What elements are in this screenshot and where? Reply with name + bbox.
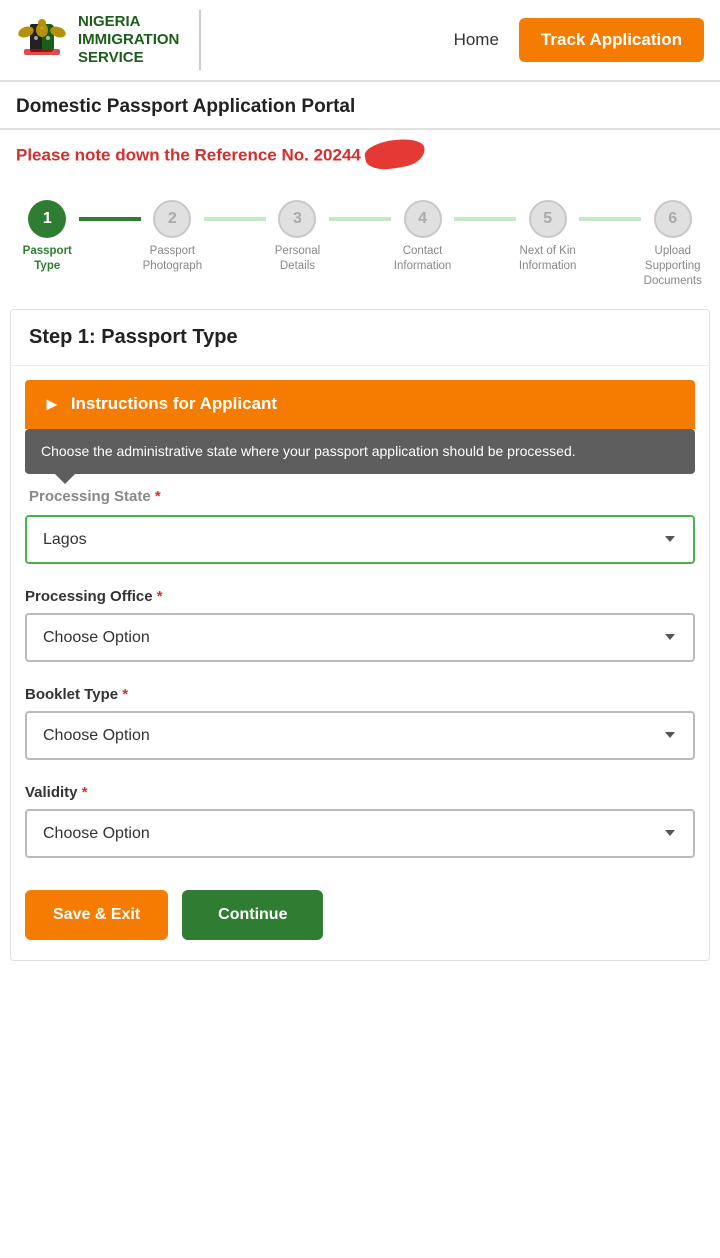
step-circle-1: 1 (28, 200, 66, 238)
redacted-mark (363, 135, 427, 173)
processing-state-required: * (155, 488, 161, 505)
tooltip-text: Choose the administrative state where yo… (41, 443, 576, 459)
tooltip-arrow (55, 474, 75, 484)
connector-2-3 (204, 217, 267, 221)
reference-text: Please note down the Reference No. 20244 (16, 142, 425, 170)
card-header: Step 1: Passport Type (11, 310, 709, 366)
steps-row: 1 PassportType 2 PassportPhotograph 3 Pe… (16, 200, 704, 289)
validity-select[interactable]: Choose Option 5 years 10 years (25, 809, 695, 858)
step-2[interactable]: 2 PassportPhotograph (141, 200, 204, 274)
step-label-1: PassportType (23, 244, 72, 274)
step-4[interactable]: 4 ContactInformation (391, 200, 454, 274)
action-buttons: Save & Exit Continue (11, 872, 709, 960)
processing-office-label: Processing Office * (25, 588, 695, 605)
home-link[interactable]: Home (454, 30, 499, 50)
processing-state-select[interactable]: Lagos Abuja Kano Rivers (25, 515, 695, 564)
step-label-6: UploadSupportingDocuments (644, 244, 702, 289)
processing-state-label-area: Processing State * (11, 474, 709, 511)
booklet-type-group: Booklet Type * Choose Option 32 pages 64… (11, 676, 709, 774)
step-6[interactable]: 6 UploadSupportingDocuments (641, 200, 704, 289)
track-application-button[interactable]: Track Application (519, 18, 704, 62)
step-label-3: PersonalDetails (275, 244, 320, 274)
step-label-5: Next of KinInformation (519, 244, 577, 274)
processing-office-group: Processing Office * Choose Option Victor… (11, 578, 709, 676)
booklet-type-required: * (122, 686, 128, 703)
connector-1-2 (79, 217, 142, 221)
step-label-4: ContactInformation (394, 244, 452, 274)
instructions-label: Instructions for Applicant (71, 394, 277, 414)
step-label-2: PassportPhotograph (143, 244, 202, 274)
step-3[interactable]: 3 PersonalDetails (266, 200, 329, 274)
logo-area: NIGERIA IMMIGRATION SERVICE (16, 10, 211, 70)
connector-4-5 (454, 217, 517, 221)
reference-note: Please note down the Reference No. 20244 (0, 130, 720, 182)
validity-group: Validity * Choose Option 5 years 10 year… (11, 774, 709, 872)
play-icon: ► (43, 394, 61, 415)
save-exit-button[interactable]: Save & Exit (25, 890, 168, 940)
connector-3-4 (329, 217, 392, 221)
step-circle-4: 4 (404, 200, 442, 238)
step-circle-5: 5 (529, 200, 567, 238)
processing-state-group: Lagos Abuja Kano Rivers (11, 511, 709, 578)
header: NIGERIA IMMIGRATION SERVICE Home Track A… (0, 0, 720, 82)
logo-text: NIGERIA IMMIGRATION SERVICE (78, 13, 179, 67)
processing-office-required: * (157, 588, 163, 605)
validity-label: Validity * (25, 784, 695, 801)
main-card: Step 1: Passport Type ► Instructions for… (10, 309, 710, 961)
validity-required: * (82, 784, 88, 801)
page-title: Domestic Passport Application Portal (0, 82, 720, 130)
booklet-type-select[interactable]: Choose Option 32 pages 64 pages (25, 711, 695, 760)
processing-office-select[interactable]: Choose Option Victoria Island Ikoyi (25, 613, 695, 662)
nav: Home Track Application (454, 18, 704, 62)
continue-button[interactable]: Continue (182, 890, 323, 940)
step-5[interactable]: 5 Next of KinInformation (516, 200, 579, 274)
logo-line1: NIGERIA (78, 13, 179, 31)
processing-state-hidden-label: Processing State (29, 488, 151, 505)
booklet-type-label: Booklet Type * (25, 686, 695, 703)
header-divider (199, 10, 201, 70)
tooltip-box: Choose the administrative state where yo… (25, 429, 695, 474)
step-circle-3: 3 (278, 200, 316, 238)
instructions-banner[interactable]: ► Instructions for Applicant (25, 380, 695, 429)
step-circle-6: 6 (654, 200, 692, 238)
step-circle-2: 2 (153, 200, 191, 238)
connector-5-6 (579, 217, 642, 221)
nigeria-crest-icon (16, 14, 68, 66)
logo-line2: IMMIGRATION (78, 31, 179, 49)
step-1[interactable]: 1 PassportType (16, 200, 79, 274)
progress-steps: 1 PassportType 2 PassportPhotograph 3 Pe… (0, 182, 720, 299)
logo-line3: SERVICE (78, 49, 179, 67)
